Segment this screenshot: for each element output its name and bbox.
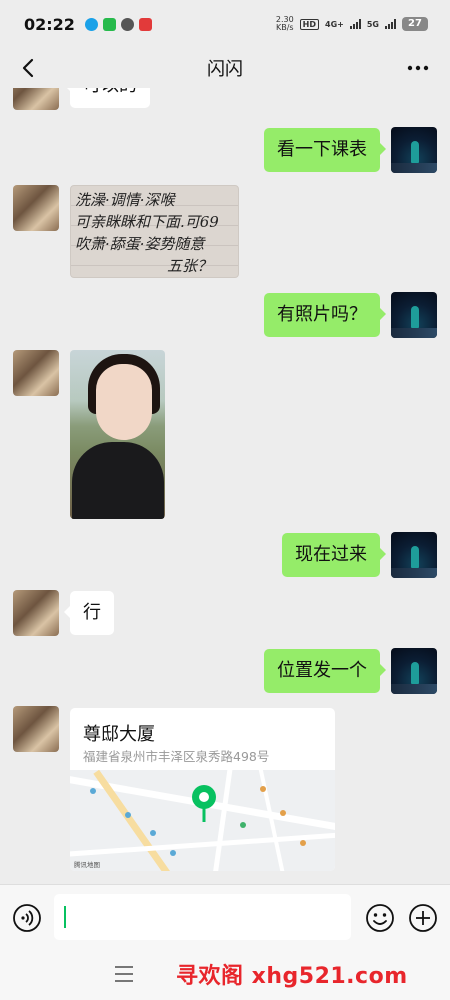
handwritten-note-image[interactable]: 洗澡·调情·深喉 可亲眯眯和下面.可69 吹萧·舔蛋·姿势随意 五张？: [70, 185, 239, 278]
wechat-app-icon: [102, 17, 116, 31]
status-notification-icons: [84, 17, 152, 31]
map-poi-icon: [150, 830, 156, 836]
incoming-text-bubble[interactable]: 行: [64, 591, 114, 635]
message-text: 看一下课表: [277, 139, 367, 160]
map-poi-icon: [300, 840, 306, 846]
plus-icon[interactable]: [408, 903, 438, 933]
location-map-preview[interactable]: 腾讯地图: [70, 770, 335, 871]
status-bar: 02:22 2.30 KB/s HD 4G+ 5G 27: [0, 0, 450, 48]
message-text: 有照片吗？: [277, 304, 367, 325]
outgoing-text-bubble[interactable]: 有照片吗？: [264, 293, 386, 337]
watermark: 寻欢阁 xhg521.com: [176, 964, 408, 989]
contact-avatar[interactable]: [13, 590, 59, 636]
map-poi-icon: [170, 850, 176, 856]
map-poi-icon: [125, 812, 131, 818]
map-poi-icon: [90, 788, 96, 794]
hd-badge: HD: [299, 18, 320, 30]
message-text: 位置发一个: [277, 660, 367, 681]
note-line: 可亲眯眯和下面.可69: [75, 213, 219, 231]
map-road: [70, 832, 335, 857]
status-right: 2.30 KB/s HD 4G+ 5G 27: [276, 16, 428, 32]
map-poi-icon: [260, 786, 266, 792]
location-address: 福建省泉州市丰泽区泉秀路498号: [83, 749, 270, 764]
map-poi-icon: [240, 822, 246, 828]
map-road-major: [93, 770, 174, 871]
map-brand-label: 腾讯地图: [74, 861, 100, 869]
contact-avatar[interactable]: [13, 185, 59, 231]
photo-image[interactable]: [70, 350, 165, 519]
location-card[interactable]: 尊邸大厦 福建省泉州市丰泽区泉秀路498号 腾讯地图: [70, 708, 335, 871]
message-input[interactable]: [54, 894, 351, 940]
outgoing-text-bubble[interactable]: 位置发一个: [264, 649, 386, 693]
text-caret: [64, 906, 66, 928]
more-icon[interactable]: [404, 54, 432, 82]
system-nav-bar: 寻欢阁 xhg521.com: [0, 950, 450, 1000]
note-text: 洗澡·调情·深喉 可亲眯眯和下面.可69 吹萧·舔蛋·姿势随意 五张？: [75, 189, 219, 277]
note-line: 洗澡·调情·深喉: [75, 191, 175, 209]
status-time: 02:22: [24, 14, 75, 34]
my-avatar[interactable]: [391, 532, 437, 578]
chat-title: 闪闪: [207, 59, 243, 80]
photo-face: [96, 364, 152, 440]
message-input-bar: [0, 884, 450, 950]
my-avatar[interactable]: [391, 292, 437, 338]
network-5g-label: 5G: [366, 19, 379, 29]
menu-icon[interactable]: [114, 965, 134, 983]
chat-bubbles-icon: [120, 17, 134, 31]
message-text: 可以的: [83, 88, 137, 96]
contact-avatar[interactable]: [13, 88, 59, 110]
outgoing-text-bubble[interactable]: 现在过来: [282, 533, 386, 577]
back-icon[interactable]: [16, 54, 44, 82]
contact-avatar[interactable]: [13, 706, 59, 752]
my-avatar[interactable]: [391, 127, 437, 173]
note-line: 吹萧·舔蛋·姿势随意: [75, 235, 205, 253]
message-text: 行: [83, 602, 101, 623]
signal-icon: [349, 19, 361, 29]
battery-icon: 27: [402, 17, 428, 31]
red-app-icon: [138, 17, 152, 31]
note-line: 五张？: [167, 257, 213, 275]
qq-icon: [84, 17, 98, 31]
my-avatar[interactable]: [391, 648, 437, 694]
map-poi-icon: [280, 810, 286, 816]
chat-header: 闪闪: [0, 48, 450, 88]
message-text: 现在过来: [295, 544, 367, 565]
incoming-text-bubble[interactable]: 可以的: [64, 88, 150, 108]
contact-avatar[interactable]: [13, 350, 59, 396]
location-name: 尊邸大厦: [83, 724, 155, 745]
outgoing-text-bubble[interactable]: 看一下课表: [264, 128, 386, 172]
chat-message-list[interactable]: 可以的 看一下课表 洗澡·调情·深喉 可亲眯眯和下面.可69 吹萧·舔蛋·姿势随…: [0, 88, 450, 884]
photo-body: [72, 442, 164, 519]
emoji-icon[interactable]: [365, 903, 395, 933]
net-speed: 2.30 KB/s: [276, 16, 294, 32]
location-pin-icon: [192, 785, 216, 822]
net-speed-unit: KB/s: [275, 23, 294, 32]
voice-icon[interactable]: [12, 903, 42, 933]
signal-icon-2: [385, 19, 396, 29]
network-4g-label: 4G+: [325, 19, 344, 29]
